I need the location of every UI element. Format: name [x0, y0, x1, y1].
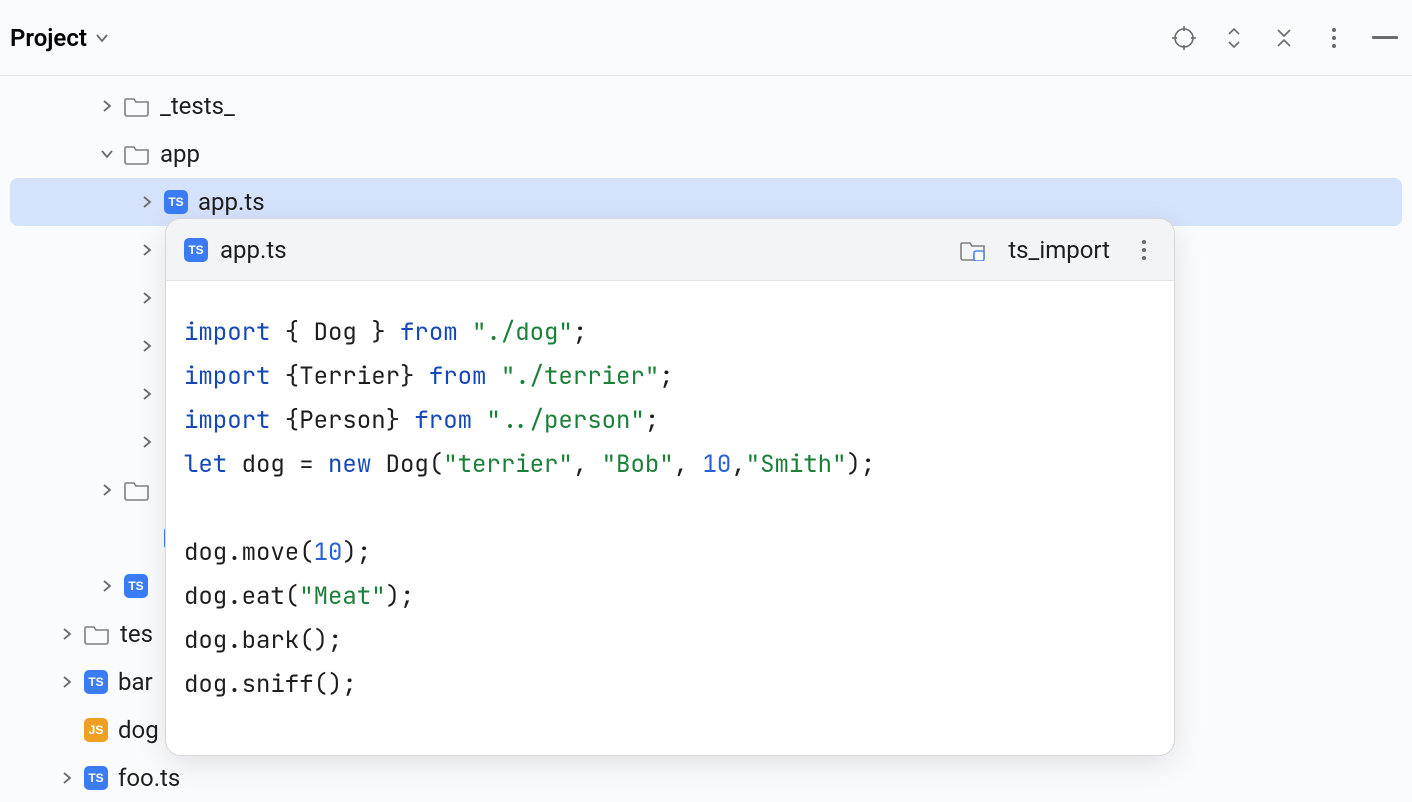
more-icon[interactable] [1132, 238, 1156, 262]
chevron-right-icon [100, 579, 114, 593]
chevron-right-icon [100, 99, 114, 113]
ts-file-icon: TS [84, 670, 108, 694]
tree-item-app-folder[interactable]: app [0, 130, 1412, 178]
tree-label: bar [118, 668, 153, 696]
panel-header: Project [0, 0, 1412, 76]
minimize-icon[interactable] [1372, 36, 1398, 39]
chevron-right-icon [140, 243, 154, 257]
chevron-right-icon [60, 627, 74, 641]
ts-file-icon: TS [184, 238, 208, 262]
quick-preview-popup: TS app.ts ts_import import { Dog } from … [165, 218, 1175, 756]
tree-label: dog [118, 716, 159, 744]
ts-file-icon: TS [164, 190, 188, 214]
chevron-right-icon [60, 675, 74, 689]
chevron-right-icon [140, 195, 154, 209]
tree-label: _tests_ [160, 92, 235, 120]
preview-header-actions: ts_import [960, 236, 1156, 264]
chevron-right-icon [140, 435, 154, 449]
more-icon[interactable] [1322, 26, 1346, 50]
ts-file-icon: TS [124, 574, 148, 598]
js-file-icon: JS [84, 718, 108, 742]
chevron-right-icon [100, 483, 114, 497]
chevron-down-icon [100, 147, 114, 161]
target-icon[interactable] [1172, 26, 1196, 50]
chevron-down-icon [95, 31, 109, 45]
folder-icon [124, 143, 150, 165]
collapse-all-icon[interactable] [1272, 26, 1296, 50]
panel-toolbar [1172, 26, 1398, 50]
folder-icon [124, 95, 150, 117]
preview-file-label: TS app.ts [184, 236, 287, 264]
code-preview[interactable]: import { Dog } from "./dog"; import {Ter… [166, 281, 1174, 725]
chevron-right-icon [140, 339, 154, 353]
chevron-right-icon [60, 771, 74, 785]
chevron-right-icon [140, 291, 154, 305]
panel-title: Project [10, 24, 87, 52]
module-icon[interactable] [960, 239, 986, 261]
folder-icon [124, 479, 150, 501]
tree-label: app.ts [198, 188, 265, 216]
folder-icon [84, 623, 110, 645]
tree-label: foo.ts [118, 764, 180, 792]
panel-title-group[interactable]: Project [10, 24, 109, 52]
tree-item-tests-folder[interactable]: _tests_ [0, 82, 1412, 130]
preview-filename: app.ts [220, 236, 287, 264]
ts-file-icon: TS [84, 766, 108, 790]
preview-header: TS app.ts ts_import [166, 219, 1174, 281]
expand-collapse-icon[interactable] [1222, 26, 1246, 50]
chevron-right-icon [140, 387, 154, 401]
tree-label: tes [120, 620, 153, 648]
tree-item-foo-ts[interactable]: TS foo.ts [0, 754, 1412, 802]
tree-label: app [160, 140, 200, 168]
module-name: ts_import [1008, 236, 1110, 264]
